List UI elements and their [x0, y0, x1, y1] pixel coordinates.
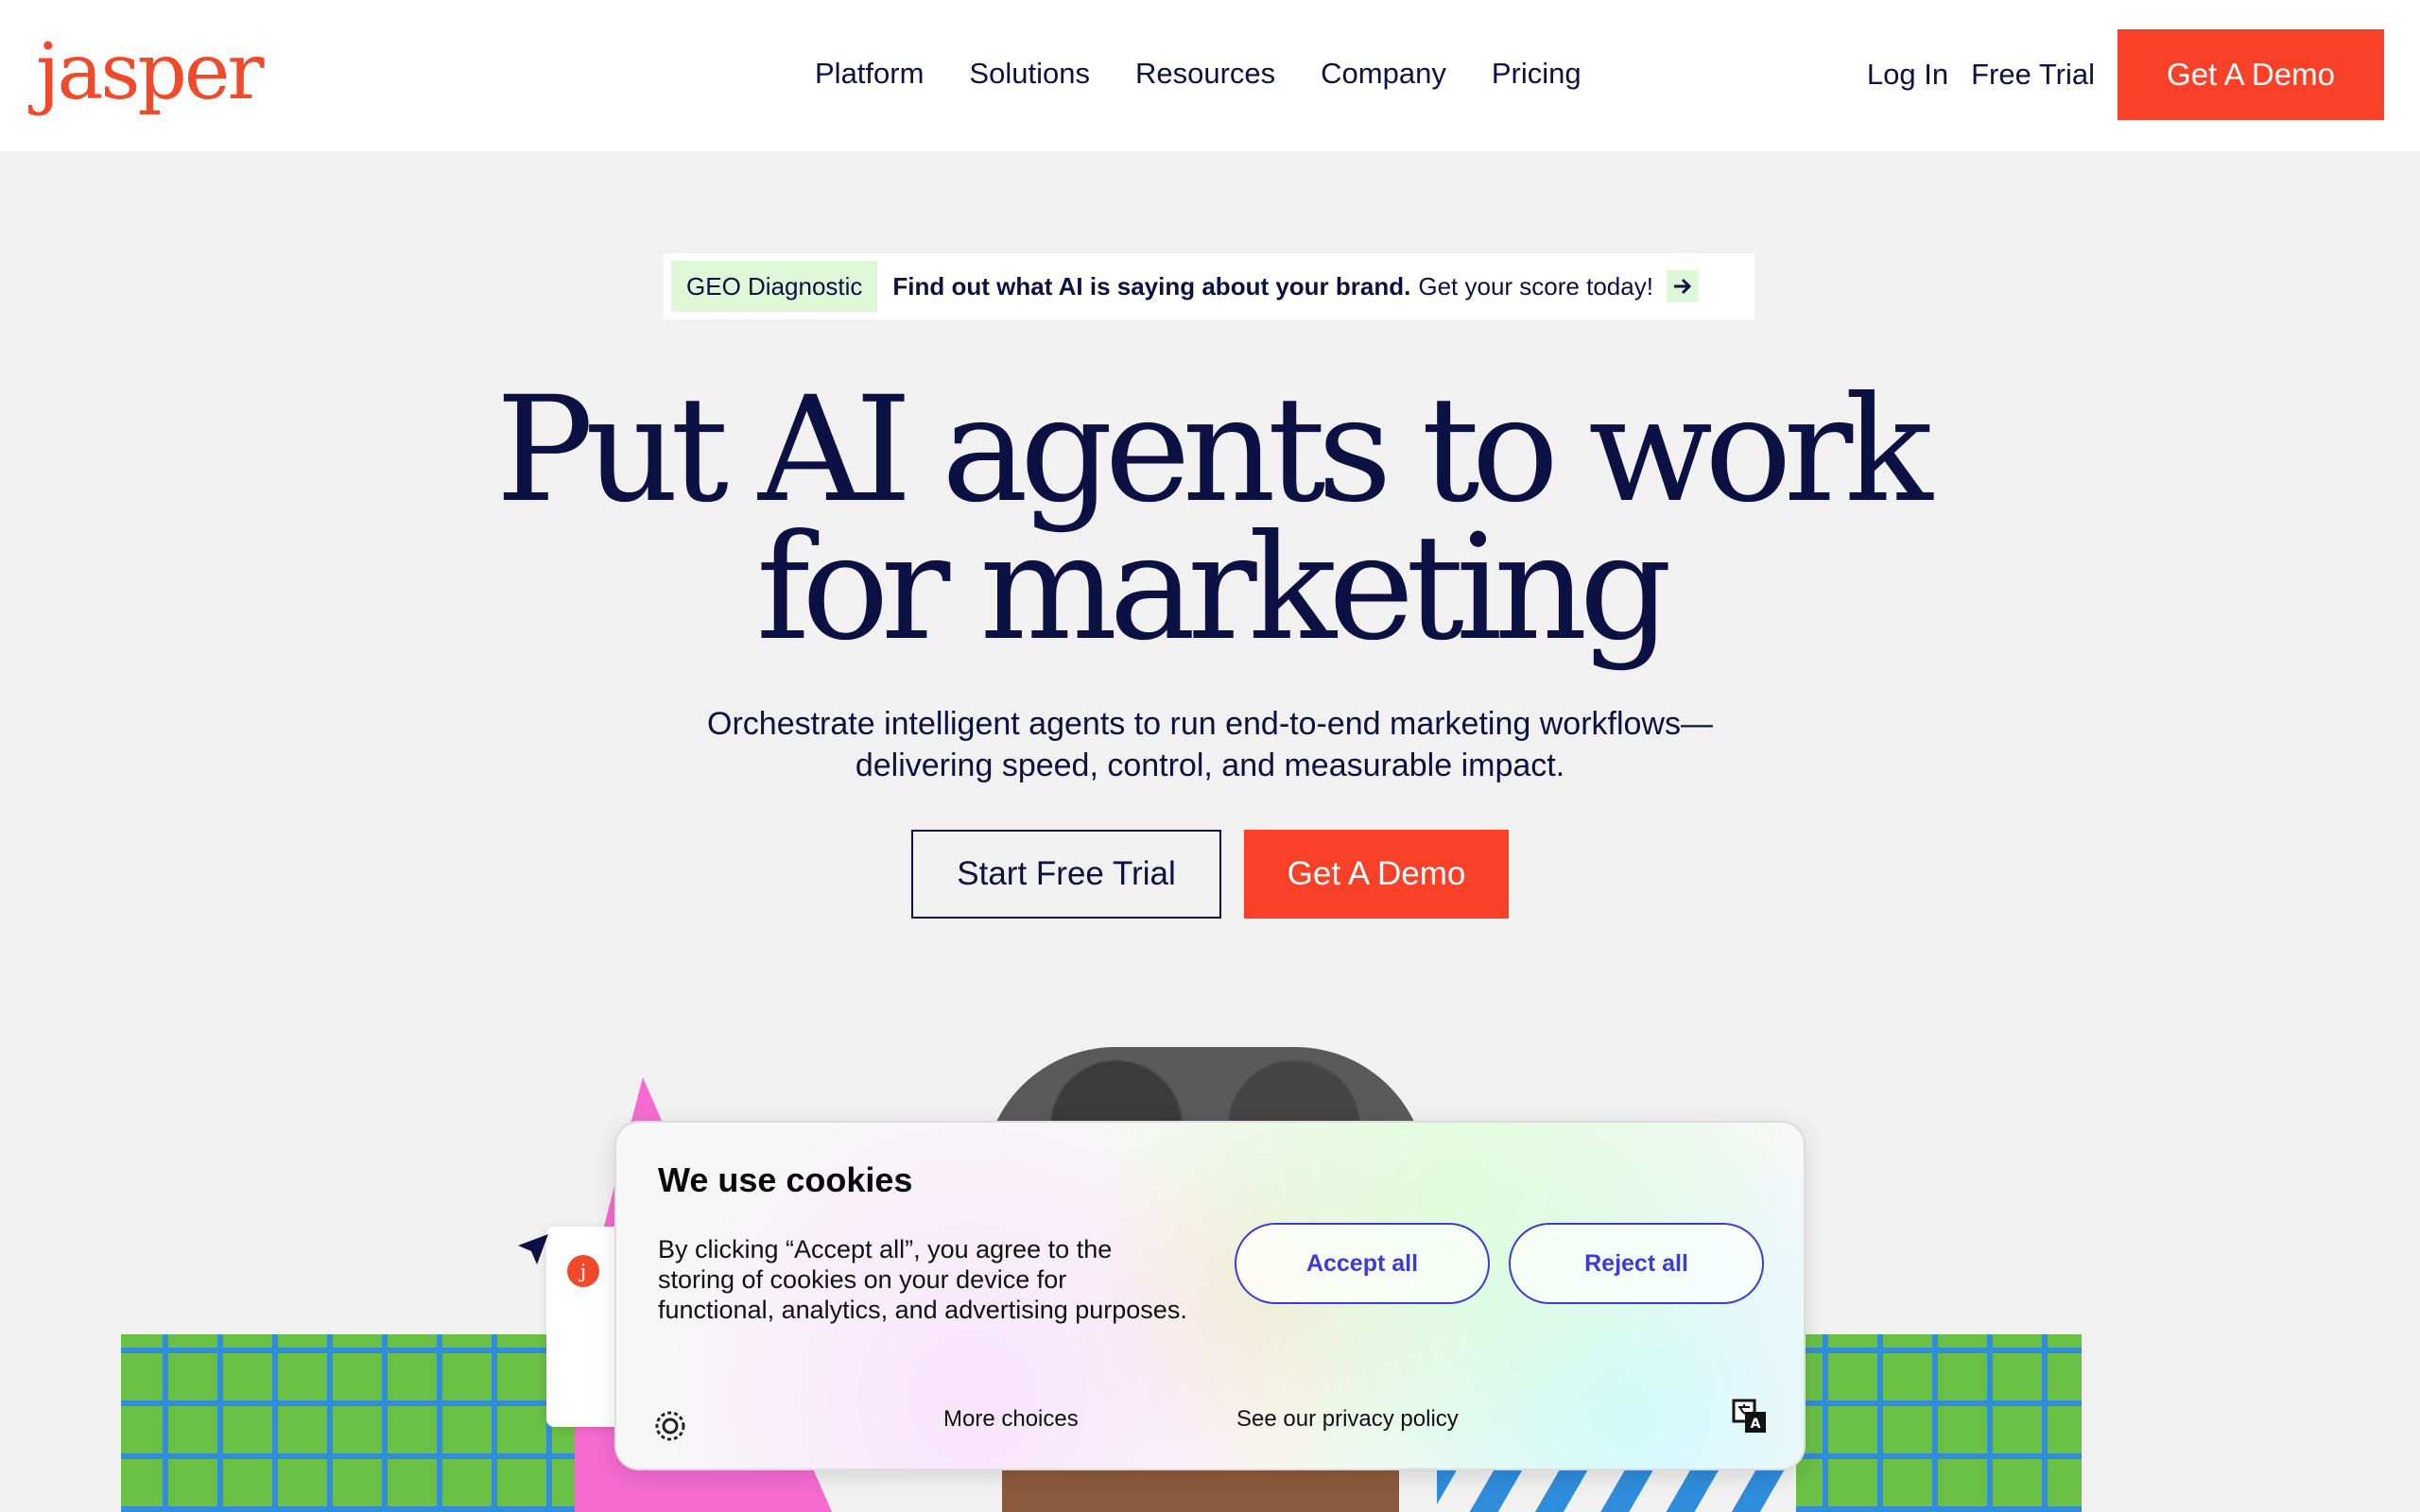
cookie-settings-icon[interactable] — [654, 1410, 686, 1447]
green-grid-right — [1796, 1334, 2082, 1512]
menu-platform[interactable]: Platform — [815, 55, 924, 93]
banner-cta-text: Get your score today! — [1418, 271, 1653, 301]
get-demo-button-nav[interactable]: Get A Demo — [2118, 29, 2384, 120]
banner-headline: Find out what AI is saying about your br… — [892, 271, 1411, 301]
main-menu: Platform Solutions Resources Company Pri… — [815, 55, 1582, 93]
jasper-logo[interactable]: jasper — [36, 21, 265, 125]
top-nav: jasper Platform Solutions Resources Comp… — [0, 0, 2420, 151]
privacy-policy-link[interactable]: See our privacy policy — [1236, 1400, 1459, 1438]
hero-subtitle: Orchestrate intelligent agents to run en… — [0, 703, 2420, 786]
green-grid-left — [121, 1334, 575, 1512]
cookie-consent-dialog: We use cookies By clicking “Accept all”,… — [614, 1121, 1806, 1470]
geo-tag: GEO Diagnostic — [671, 261, 878, 312]
menu-solutions[interactable]: Solutions — [969, 55, 1090, 93]
geo-banner[interactable]: GEO Diagnostic Find out what AI is sayin… — [664, 253, 1754, 319]
svg-text:A: A — [1751, 1417, 1761, 1432]
hero-headline-line1: Put AI agents to work — [495, 366, 1932, 535]
arrow-right-icon[interactable] — [1666, 270, 1699, 302]
cookie-title: We use cookies — [658, 1160, 913, 1199]
reject-all-button[interactable]: Reject all — [1509, 1223, 1764, 1304]
free-trial-link[interactable]: Free Trial — [1971, 29, 2095, 120]
language-translate-icon[interactable]: A — [1732, 1399, 1768, 1439]
get-demo-button-hero[interactable]: Get A Demo — [1244, 830, 1509, 919]
more-choices-link[interactable]: More choices — [943, 1400, 1079, 1438]
jasper-badge-icon: j — [567, 1255, 599, 1287]
cursor-arrow-icon — [516, 1232, 550, 1271]
nav-actions: Log In Free Trial Get A Demo — [1867, 29, 2384, 120]
hero-subtitle-line1: Orchestrate intelligent agents to run en… — [707, 706, 1713, 742]
menu-resources[interactable]: Resources — [1135, 55, 1275, 93]
start-free-trial-button[interactable]: Start Free Trial — [911, 830, 1221, 919]
menu-pricing[interactable]: Pricing — [1492, 55, 1582, 93]
cookie-body: By clicking “Accept all”, you agree to t… — [658, 1235, 1187, 1324]
accept-all-button[interactable]: Accept all — [1235, 1223, 1490, 1304]
login-link[interactable]: Log In — [1867, 29, 1948, 120]
menu-company[interactable]: Company — [1321, 55, 1446, 93]
hero-subtitle-line2: delivering speed, control, and measurabl… — [855, 747, 1565, 783]
hero-headline-line2: for marketing — [755, 504, 1672, 673]
